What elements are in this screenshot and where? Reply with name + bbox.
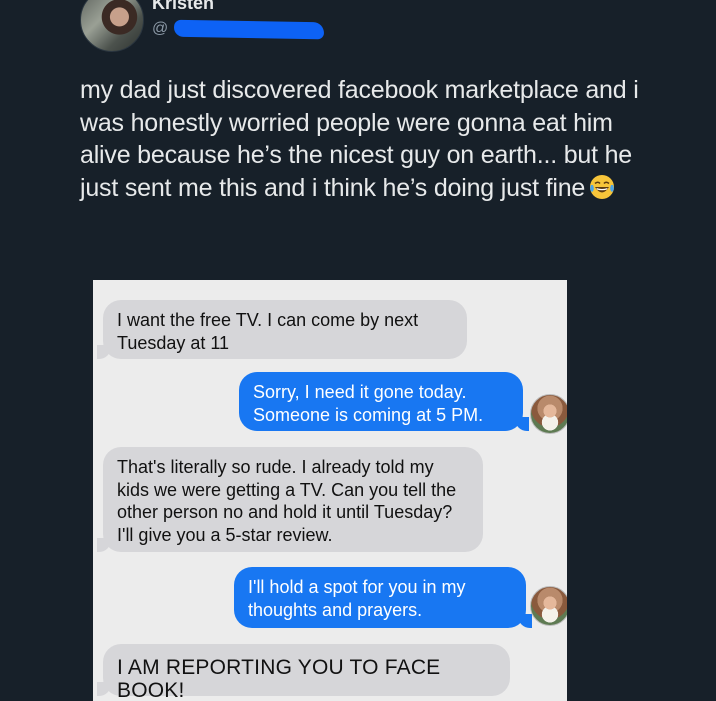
message-text: I'll hold a spot for you in my thoughts …: [248, 577, 466, 620]
tweet-container: Kristen @ my dad just discovered faceboo…: [0, 0, 716, 701]
message-text: Sorry, I need it gone today. Someone is …: [253, 382, 484, 425]
conversation-screenshot[interactable]: I want the free TV. I can come by next T…: [93, 280, 567, 701]
face-with-tears-of-joy-icon: [590, 174, 615, 199]
message-bubble-outgoing: I'll hold a spot for you in my thoughts …: [234, 567, 532, 628]
message-bubble-incoming: I want the free TV. I can come by next T…: [97, 300, 467, 359]
handle-redaction: [174, 19, 325, 39]
tweet-text: my dad just discovered facebook marketpl…: [80, 74, 640, 204]
message-text: I want the free TV. I can come by next T…: [117, 310, 419, 353]
tweet-body: my dad just discovered facebook marketpl…: [80, 76, 639, 202]
message-bubble-incoming: I AM REPORTING YOU TO FACE BOOK!: [97, 644, 510, 701]
dad-avatar: [530, 586, 567, 626]
handle[interactable]: @: [152, 19, 325, 39]
avatar[interactable]: [80, 0, 144, 52]
message-text: I AM REPORTING YOU TO FACE BOOK!: [117, 656, 441, 701]
handle-prefix: @: [152, 20, 169, 37]
message-text: That's literally so rude. I already told…: [117, 457, 457, 545]
dad-avatar: [530, 394, 567, 434]
message-bubble-outgoing: Sorry, I need it gone today. Someone is …: [239, 372, 529, 431]
message-bubble-incoming: That's literally so rude. I already told…: [97, 447, 483, 552]
display-name[interactable]: Kristen: [152, 0, 214, 14]
